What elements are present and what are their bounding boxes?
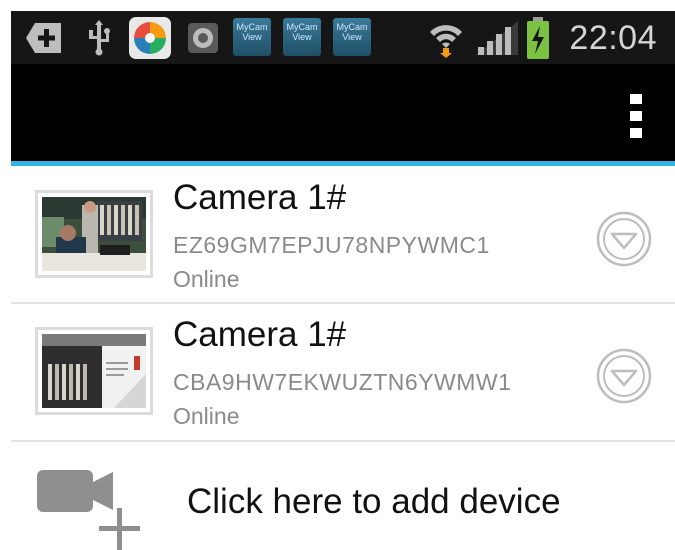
camera-thumbnail (35, 190, 153, 278)
chevron-down-circle-icon[interactable] (596, 348, 652, 404)
app-icon (129, 17, 171, 59)
device-status: Online (173, 266, 240, 292)
chevron-down-circle-icon[interactable] (596, 211, 652, 267)
action-bar (11, 64, 675, 161)
camera-snapshot-image (42, 334, 146, 408)
mycam-view-icon: MyCam View (333, 18, 371, 56)
signal-icon (476, 21, 518, 55)
wifi-icon (430, 25, 462, 58)
status-bar: MyCam View MyCam View MyCam View 22:04 (11, 11, 675, 64)
camera-app-icon (188, 23, 218, 53)
add-camera-icon (37, 470, 140, 550)
add-device-label: Click here to add device (187, 482, 561, 521)
device-name: Camera 1# (173, 178, 347, 217)
camera-snapshot-image (42, 197, 146, 271)
add-device-button[interactable]: Click here to add device (11, 442, 675, 550)
clock: 22:04 (569, 19, 657, 57)
device-serial: EZ69GM7EPJU78NPYWMC1 (173, 232, 490, 258)
app-screen: MyCam View MyCam View MyCam View 22:04 C… (11, 11, 675, 550)
add-box-icon (26, 23, 61, 53)
battery-charging-icon (527, 17, 549, 59)
mycam-view-icon: MyCam View (283, 18, 321, 56)
camera-thumbnail (35, 327, 153, 415)
usb-icon (89, 20, 110, 56)
overflow-menu-icon[interactable] (621, 94, 651, 138)
device-name: Camera 1# (173, 315, 347, 354)
device-list-item[interactable]: Camera 1# EZ69GM7EPJU78NPYWMC1 Online (11, 166, 675, 304)
mycam-view-icon: MyCam View (233, 18, 271, 56)
device-serial: CBA9HW7EKWUZTN6YWMW1 (173, 369, 512, 395)
device-status: Online (173, 403, 240, 429)
device-list-item[interactable]: Camera 1# CBA9HW7EKWUZTN6YWMW1 Online (11, 303, 675, 441)
